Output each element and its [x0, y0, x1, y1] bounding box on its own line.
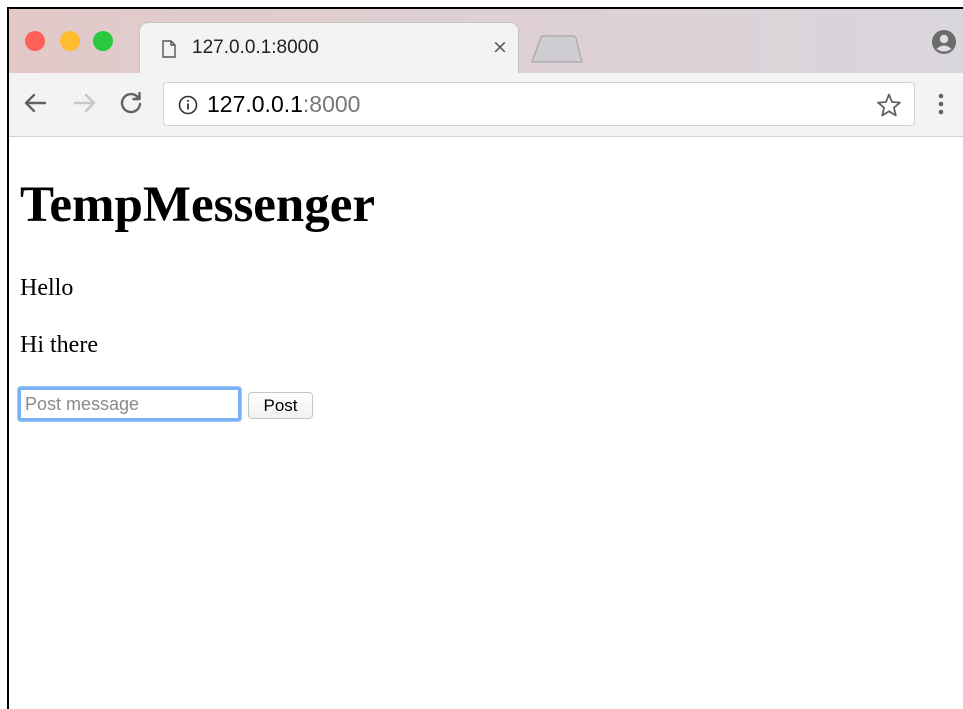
browser-tab[interactable]: 127.0.0.1:8000 × [139, 22, 519, 74]
profile-icon[interactable] [931, 29, 957, 55]
close-window-button[interactable] [25, 31, 45, 51]
url-port: :8000 [302, 91, 361, 117]
star-icon[interactable] [876, 92, 902, 118]
browser-toolbar: 127.0.0.1:8000 [9, 73, 963, 137]
new-tab-button[interactable] [531, 35, 583, 63]
zoom-window-button[interactable] [93, 31, 113, 51]
message-item: Hello [20, 275, 74, 301]
more-vertical-icon[interactable] [935, 91, 947, 117]
page-content: TempMessenger Hello Hi there Post [9, 137, 963, 709]
reload-icon[interactable] [117, 89, 145, 117]
post-message-input[interactable] [18, 387, 241, 421]
page-title: TempMessenger [20, 177, 376, 233]
tab-strip: 127.0.0.1:8000 × [9, 9, 963, 74]
url-host: 127.0.0.1 [207, 91, 303, 117]
minimize-window-button[interactable] [60, 31, 80, 51]
info-icon[interactable] [178, 95, 198, 115]
document-icon [162, 40, 176, 58]
arrow-left-icon[interactable] [21, 89, 49, 117]
message-item: Hi there [20, 332, 98, 358]
tab-close-icon[interactable]: × [492, 36, 508, 58]
browser-window: 127.0.0.1:8000 × 127.0.0.1:8000 TempMess… [7, 7, 963, 709]
url-text[interactable]: 127.0.0.1:8000 [207, 91, 360, 118]
address-bar[interactable]: 127.0.0.1:8000 [163, 82, 915, 126]
arrow-right-icon[interactable] [71, 89, 99, 117]
tab-title: 127.0.0.1:8000 [192, 37, 319, 58]
post-button[interactable]: Post [248, 392, 313, 419]
